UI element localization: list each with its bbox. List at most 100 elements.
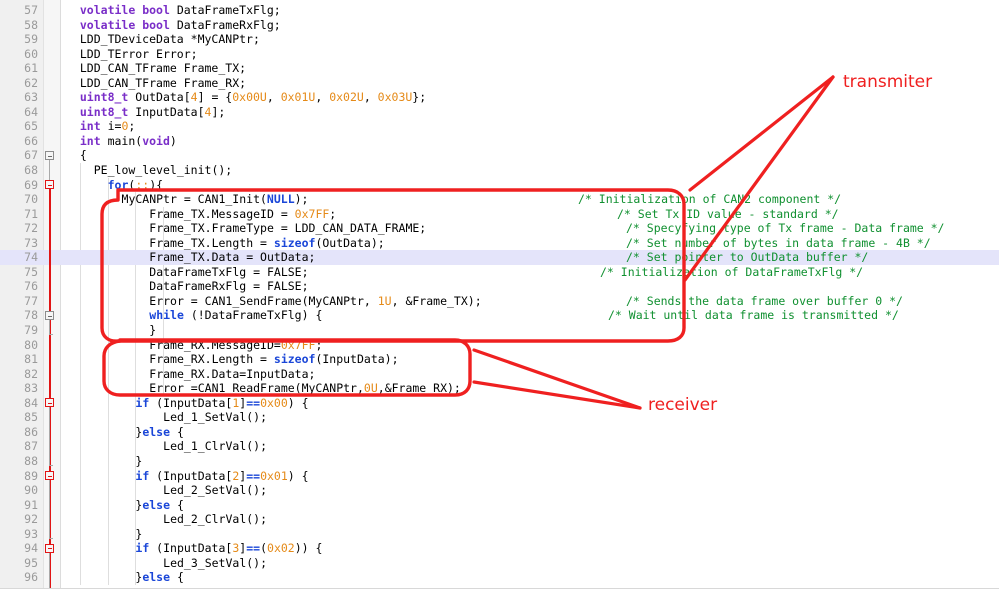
line-number: 86	[24, 424, 38, 439]
code-line-text: Frame_RX.MessageID=0x7FF;	[149, 337, 323, 352]
code-line[interactable]: DataFrameRxFlg = FALSE;	[0, 279, 999, 294]
line-number: 68	[24, 163, 38, 178]
code-line-text: Frame_TX.Data = OutData;	[149, 250, 316, 265]
fold-scope-end-tick	[49, 537, 53, 539]
fold-toggle-icon[interactable]	[45, 398, 54, 408]
code-line[interactable]: uint8_t InputData[4];	[0, 105, 999, 120]
code-line[interactable]: LDD_TError Error;	[0, 47, 999, 62]
code-line[interactable]: Frame_TX.MessageID = 0x7FF; /* Set Tx ID …	[0, 207, 999, 222]
fold-toggle-icon[interactable]	[45, 180, 54, 190]
code-line[interactable]: volatile bool DataFrameTxFlg;	[0, 3, 999, 18]
code-line[interactable]: Led_2_ClrVal();	[0, 512, 999, 527]
code-comment: /* Set pointer to OutData buffer */	[626, 250, 869, 265]
code-line-text: Frame_RX.Data=InputData;	[149, 366, 316, 381]
line-number: 95	[24, 555, 38, 570]
code-line[interactable]: }	[0, 454, 999, 469]
code-line-text: int i=0;	[79, 119, 136, 134]
code-line-text: DataFrameTxFlg = FALSE;	[149, 264, 309, 279]
line-number: 78	[24, 308, 38, 323]
code-line[interactable]: int i=0;	[0, 119, 999, 134]
line-number: 85	[24, 410, 38, 425]
code-line-text: Led_3_SetVal();	[163, 555, 268, 570]
code-line-text: volatile bool DataFrameRxFlg;	[79, 17, 281, 32]
code-line-text: PE_low_level_init();	[93, 163, 233, 178]
line-number: 82	[24, 366, 38, 381]
line-number: 75	[24, 264, 38, 279]
line-number: 59	[24, 32, 38, 47]
code-line[interactable]: Led_2_SetVal();	[0, 483, 999, 498]
code-line[interactable]: volatile bool DataFrameRxFlg;	[0, 18, 999, 33]
code-line[interactable]: while (!DataFrameTxFlg) {/* Wait until d…	[0, 308, 999, 323]
code-line[interactable]: if (InputData[2]==0x01) {	[0, 469, 999, 484]
annotation-label-receiver: receiver	[648, 395, 718, 415]
line-number: 57	[24, 3, 38, 17]
code-line[interactable]: Led_1_ClrVal();	[0, 439, 999, 454]
code-line[interactable]: }	[0, 527, 999, 542]
line-number: 76	[24, 279, 38, 294]
code-line[interactable]: Led_3_SetVal();	[0, 556, 999, 571]
code-line[interactable]: Led_1_SetVal();	[0, 410, 999, 425]
code-line[interactable]: Frame_TX.Data = OutData; /* Set pointer t…	[0, 250, 999, 265]
code-line[interactable]: if (InputData[3]==(0x02)) {	[0, 541, 999, 556]
line-number: 69	[24, 177, 38, 192]
code-line[interactable]: DataFrameTxFlg = FALSE; /* Initialization…	[0, 265, 999, 280]
code-line[interactable]: uint8_t OutData[4] = {0x00U, 0x01U, 0x02…	[0, 90, 999, 105]
code-line-text: uint8_t OutData[4] = {0x00U, 0x01U, 0x02…	[79, 90, 427, 105]
line-number: 94	[24, 541, 38, 556]
code-line[interactable]: PE_low_level_init();	[0, 163, 999, 178]
code-line-text: MyCANPtr = CAN1_Init(NULL);	[121, 192, 309, 207]
code-line-text: if (InputData[1]==0x00) {	[135, 395, 309, 410]
fold-toggle-icon[interactable]	[45, 543, 54, 553]
code-line-text: Led_1_ClrVal();	[163, 439, 268, 454]
fold-toggle-icon[interactable]	[45, 471, 54, 481]
code-line-text: for(;;){	[107, 177, 164, 192]
code-line[interactable]: }else {	[0, 570, 999, 585]
code-comment: /* Set Tx ID value - standard */	[617, 206, 839, 221]
code-line[interactable]: Frame_TX.Length = sizeof(OutData); /* Set…	[0, 236, 999, 251]
code-line-text: LDD_TDeviceData *MyCANPtr;	[79, 32, 260, 47]
code-line-text: volatile bool DataFrameTxFlg;	[79, 3, 281, 17]
line-number: 73	[24, 235, 38, 250]
code-line-text: uint8_t InputData[4];	[79, 104, 226, 119]
code-line[interactable]: Frame_RX.Data=InputData;	[0, 367, 999, 382]
code-line[interactable]: for(;;){	[0, 178, 999, 193]
code-editor-view[interactable]: 57 58 59 60 61 62 63 64 65 66 67 68 69 70 71 72 73 74 75 76…	[0, 0, 999, 589]
line-number: 60	[24, 46, 38, 61]
line-number: 93	[24, 526, 38, 541]
code-line[interactable]: MyCANPtr = CAN1_Init(NULL); /* Initializa…	[0, 192, 999, 207]
line-number: 70	[24, 192, 38, 207]
code-line-text: Error =CAN1_ReadFrame(MyCANPtr,0U,&Frame…	[149, 381, 461, 396]
fold-scope-end-tick	[49, 465, 53, 467]
fold-toggle-icon[interactable]	[45, 311, 54, 321]
code-line[interactable]: if (InputData[1]==0x00) {	[0, 396, 999, 411]
code-line[interactable]: {	[0, 148, 999, 163]
line-number: 77	[24, 293, 38, 308]
code-line[interactable]: Error = CAN1_SendFrame(MyCANPtr, 1U, &Fr…	[0, 294, 999, 309]
line-number: 87	[24, 439, 38, 454]
fold-toggle-icon[interactable]	[45, 151, 54, 160]
code-line-text: }else {	[135, 497, 184, 512]
line-number: 62	[24, 75, 38, 90]
code-line[interactable]: Frame_RX.Length = sizeof(InputData);	[0, 352, 999, 367]
code-line-text: int main(void)	[79, 133, 177, 148]
code-line-text: Frame_RX.Length = sizeof(InputData);	[149, 352, 399, 367]
code-line-text: if (InputData[3]==(0x02)) {	[135, 541, 323, 556]
line-numbers: 57 58 59 60 61 62 63 64 65 66 67 68 69 70 71 72 73 74 75 76…	[0, 3, 38, 585]
code-line-text: }	[149, 323, 157, 338]
code-line[interactable]: Frame_TX.FrameType = LDD_CAN_DATA_FRAME;…	[0, 221, 999, 236]
code-line[interactable]: }else {	[0, 425, 999, 440]
code-line-text: LDD_TError Error;	[79, 46, 198, 61]
line-number: 79	[24, 323, 38, 338]
code-line-text: }	[135, 526, 143, 541]
code-comment: /* Wait until data frame is transmitted …	[608, 308, 899, 323]
code-line[interactable]: int main(void)	[0, 134, 999, 149]
code-line[interactable]: LDD_TDeviceData *MyCANPtr;	[0, 32, 999, 47]
code-line[interactable]: }else {	[0, 498, 999, 513]
code-line-text: Frame_TX.Length = sizeof(OutData);	[149, 235, 385, 250]
code-line[interactable]: Error =CAN1_ReadFrame(MyCANPtr,0U,&Frame…	[0, 381, 999, 396]
code-line-text: LDD_CAN_TFrame Frame_RX;	[79, 75, 247, 90]
code-comment: /* Initialization of CAN2 component */	[578, 192, 842, 207]
code-line-text: Error = CAN1_SendFrame(MyCANPtr, 1U, &Fr…	[149, 293, 482, 308]
code-line[interactable]: Frame_RX.MessageID=0x7FF;	[0, 338, 999, 353]
code-line[interactable]: }	[0, 323, 999, 338]
